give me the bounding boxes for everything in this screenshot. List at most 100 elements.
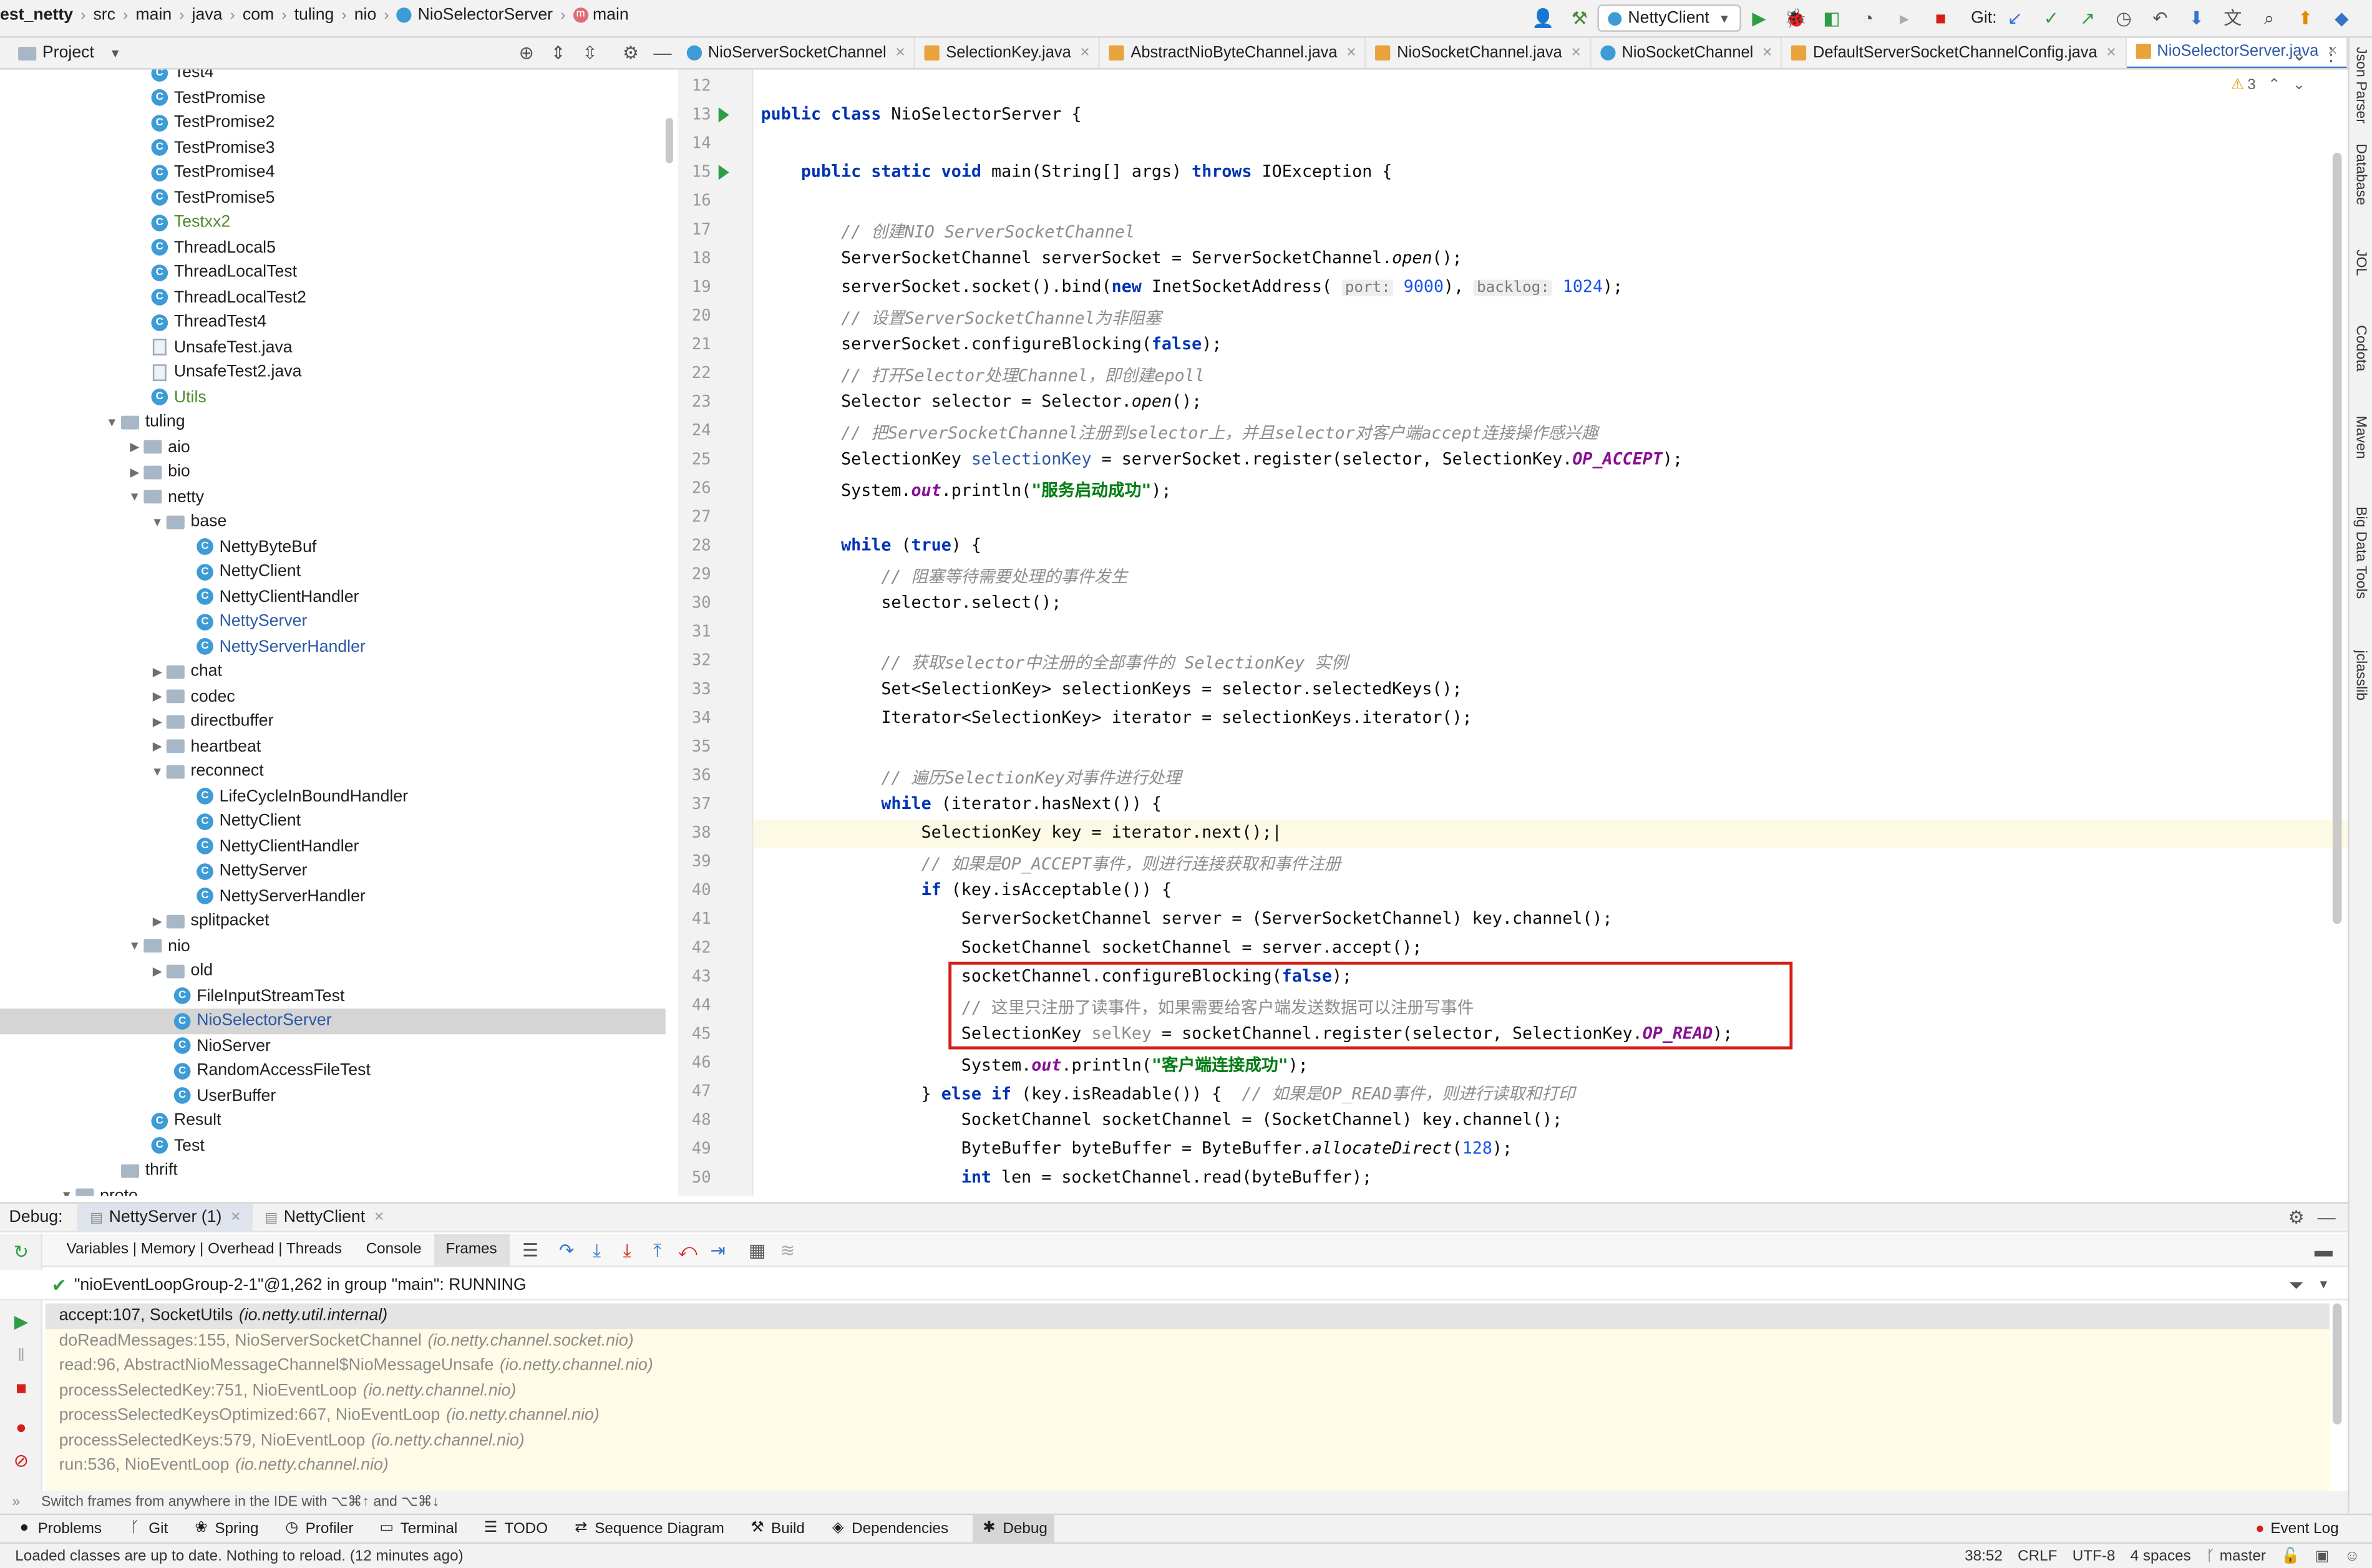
stack-frame[interactable]: processSelectedKey:751, NioEventLoop (io.… xyxy=(46,1378,2330,1403)
right-sidebar-tab[interactable]: Database xyxy=(2352,143,2369,205)
vcs-icon[interactable]: ⬇ xyxy=(2184,6,2209,31)
tool-window-button[interactable]: ✱ Debug xyxy=(972,1514,1056,1543)
run-gutter-icon[interactable] xyxy=(718,107,729,123)
project-title[interactable]: Project xyxy=(42,44,94,62)
rerun-icon[interactable]: ↻ xyxy=(9,1240,34,1264)
chevron-down-icon[interactable]: ⌄ xyxy=(2287,42,2311,67)
caret-position[interactable]: 38:52 xyxy=(1965,1547,2003,1564)
chevron-down-icon[interactable]: ▼ xyxy=(125,490,143,504)
editor-scrollbar[interactable] xyxy=(2332,152,2342,924)
right-sidebar-tab[interactable]: Codota xyxy=(2352,325,2369,371)
force-step-into-icon[interactable]: ⤓ xyxy=(615,1237,639,1262)
lock-icon[interactable]: 🔓 xyxy=(2281,1547,2300,1564)
editor-tab[interactable]: AbstractNioByteChannel.java × xyxy=(1101,37,1367,69)
gear-icon[interactable]: ⚙ xyxy=(2284,1205,2308,1229)
right-sidebar-tab[interactable]: Big Data Tools xyxy=(2352,506,2369,599)
plugin-icon[interactable]: ◆ xyxy=(2330,6,2354,31)
tree-node[interactable]: C NettyServerHandler xyxy=(0,884,666,909)
chevron-down-icon[interactable]: ▼ xyxy=(2311,1272,2336,1297)
tree-node[interactable]: ▼ tuling xyxy=(0,410,666,435)
user-icon[interactable]: 👤 xyxy=(1531,6,1555,31)
expand-all-icon[interactable]: ⇕ xyxy=(546,41,570,65)
stack-frame[interactable]: read:96, AbstractNioMessageChannel$NioMe… xyxy=(46,1353,2330,1378)
stack-frame[interactable]: processSelectedKeys:579, NioEventLoop (io… xyxy=(46,1428,2330,1453)
tool-window-button[interactable]: ◷ Profiler xyxy=(283,1517,353,1541)
stack-frame[interactable]: accept:107, SocketUtils (io.netty.util.in… xyxy=(45,1303,2330,1328)
tree-node[interactable]: C ThreadTest4 xyxy=(0,310,666,335)
editor-tab[interactable]: SelectionKey.java × xyxy=(916,37,1101,69)
tree-node[interactable]: C UserBuffer xyxy=(0,1083,666,1108)
collapse-all-icon[interactable]: ⇳ xyxy=(578,41,602,65)
tree-node[interactable]: C Testxx2 xyxy=(0,210,666,235)
git-push-icon[interactable]: ↗ xyxy=(2076,6,2100,31)
close-icon[interactable]: × xyxy=(895,44,905,62)
chevron-right-icon[interactable]: ▶ xyxy=(125,465,143,479)
tree-node[interactable]: ▶ old xyxy=(0,959,666,984)
tree-node[interactable]: ▶ splitpacket xyxy=(0,909,666,934)
notifications-icon[interactable]: ☺ xyxy=(2345,1547,2360,1564)
close-icon[interactable]: × xyxy=(2106,44,2116,62)
tool-window-button[interactable]: ▭ Terminal xyxy=(377,1517,457,1541)
debug-tab[interactable]: Frames xyxy=(434,1233,510,1267)
inspection-widget[interactable]: ⚠ 3 ⌃ ⌄ xyxy=(2231,77,2306,94)
profile-icon[interactable]: ◔ xyxy=(1856,6,1880,31)
git-branch[interactable]: ᚴ master xyxy=(2206,1547,2266,1564)
breadcrumb-item[interactable]: nio xyxy=(354,6,377,24)
tree-node[interactable]: C FileInputStreamTest xyxy=(0,984,666,1009)
stop-icon[interactable]: ■ xyxy=(9,1376,34,1400)
history-icon[interactable]: ◷ xyxy=(2112,6,2136,31)
close-icon[interactable]: × xyxy=(1346,44,1356,62)
memory-icon[interactable]: ▣ xyxy=(2315,1547,2330,1564)
tree-node[interactable]: C NettyClientHandler xyxy=(0,834,666,859)
tree-node[interactable]: C NioSelectorServer xyxy=(0,1009,666,1034)
editor-tab[interactable]: NioSocketChannel.java × xyxy=(1367,37,1592,69)
stop-icon[interactable]: ■ xyxy=(1928,6,1953,31)
right-sidebar-tab[interactable]: jclasslib xyxy=(2352,650,2369,700)
tree-node[interactable]: C NettyClient xyxy=(0,559,666,584)
tree-node[interactable]: ▶ bio xyxy=(0,460,666,485)
close-icon[interactable]: × xyxy=(374,1208,384,1226)
event-log-button[interactable]: ● Event Log xyxy=(2255,1521,2339,1537)
chevron-down-icon[interactable]: ▼ xyxy=(57,1189,75,1196)
debug-icon[interactable]: 🐞 xyxy=(1783,6,1807,31)
tree-node[interactable]: ▼ proto xyxy=(0,1183,666,1196)
minimize-icon[interactable]: — xyxy=(651,41,675,65)
minimize-icon[interactable]: — xyxy=(2315,1205,2339,1229)
breadcrumb-item[interactable]: tuling xyxy=(294,6,334,24)
tree-node[interactable]: ▼ nio xyxy=(0,934,666,959)
tree-node[interactable]: C TestPromise4 xyxy=(0,160,666,185)
run-icon[interactable]: ▶ xyxy=(1747,6,1771,31)
chevron-down-icon[interactable]: ▼ xyxy=(148,765,167,778)
stack-frame[interactable]: doReadMessages:155, NioServerSocketChann… xyxy=(46,1328,2330,1353)
tree-node[interactable]: UnsafeTest2.java xyxy=(0,360,666,385)
step-over-icon[interactable]: ↷ xyxy=(555,1237,579,1262)
filter-icon[interactable]: ⏷ xyxy=(2284,1272,2308,1297)
tree-node[interactable]: ▶ chat xyxy=(0,659,666,684)
tree-node[interactable]: ▶ heartbeat xyxy=(0,734,666,759)
attach-icon[interactable]: ▸ xyxy=(1892,6,1917,31)
tree-node[interactable]: C LifeCycleInBoundHandler xyxy=(0,784,666,809)
tool-window-button[interactable]: ᚴ Git xyxy=(126,1517,168,1541)
breadcrumb-item[interactable]: main xyxy=(593,6,629,24)
right-sidebar-tab[interactable]: Maven xyxy=(2352,416,2369,459)
breadcrumb-item[interactable]: est_netty xyxy=(0,6,73,24)
git-commit-icon[interactable]: ✓ xyxy=(2039,6,2063,31)
tree-node[interactable]: C ThreadLocalTest xyxy=(0,260,666,285)
chevron-right-icon[interactable]: ▶ xyxy=(148,665,167,679)
debug-tab[interactable]: Console xyxy=(354,1233,434,1266)
tree-node[interactable]: C ThreadLocalTest2 xyxy=(0,285,666,310)
tree-node[interactable]: C TestPromise5 xyxy=(0,185,666,210)
tree-node[interactable]: C Test xyxy=(0,1133,666,1158)
chevron-down-icon[interactable]: ⌄ xyxy=(2293,77,2305,94)
debug-session-tab[interactable]: ▤ NettyClient × xyxy=(253,1203,396,1232)
step-into-icon[interactable]: ⤓ xyxy=(585,1237,609,1262)
step-out-icon[interactable]: ⤒ xyxy=(645,1237,669,1262)
tree-node[interactable]: C TestPromise3 xyxy=(0,135,666,160)
tree-scrollbar[interactable] xyxy=(665,118,673,163)
coverage-icon[interactable]: ◧ xyxy=(1820,6,1844,31)
chevron-up-icon[interactable]: ⌃ xyxy=(2268,77,2280,94)
chevron-down-icon[interactable]: ▼ xyxy=(103,415,121,429)
tool-window-button[interactable]: ❀ Spring xyxy=(192,1517,258,1541)
frames-scrollbar[interactable] xyxy=(2332,1303,2342,1425)
chevron-right-icon[interactable]: ▶ xyxy=(148,964,167,978)
